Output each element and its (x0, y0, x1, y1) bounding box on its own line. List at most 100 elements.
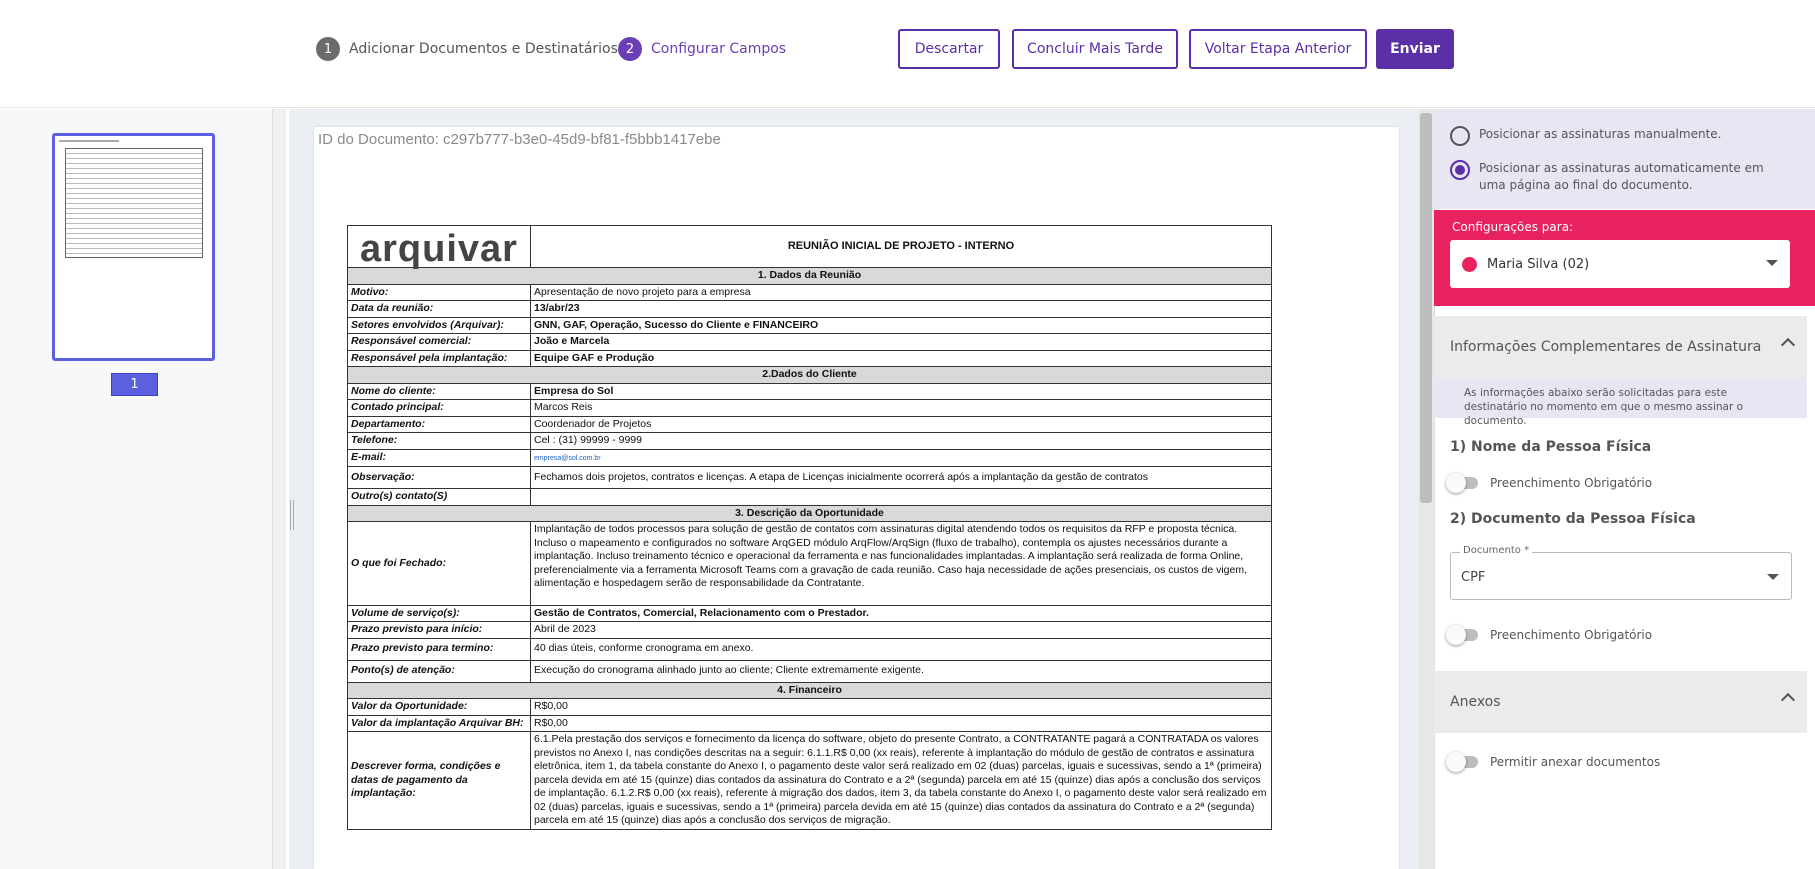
row-label: Responsável comercial: (347, 333, 531, 351)
thumbnail-line (59, 140, 119, 142)
toggle-switch (1446, 625, 1478, 645)
scroll-thumb[interactable] (1420, 113, 1432, 503)
chevron-down-icon (1766, 260, 1778, 266)
row-label: Ponto(s) de atenção: (347, 659, 531, 683)
signature-position-options: Posicionar as assinaturas manualmente. P… (1434, 109, 1815, 209)
row-value: João e Marcela (530, 333, 1272, 351)
row-value: Apresentação de novo projeto para a empr… (530, 283, 1272, 301)
radio-icon (1450, 126, 1470, 146)
finish-later-button[interactable]: Concluir Mais Tarde (1012, 29, 1178, 69)
chevron-down-icon (1767, 574, 1779, 580)
row-value (530, 488, 1272, 506)
recipient-config: Configurações para: Maria Silva (02) (1434, 210, 1815, 306)
row-label: Departamento: (347, 415, 531, 433)
section-heading: 4. Financeiro (347, 681, 1272, 699)
page-number-badge[interactable]: 1 (111, 373, 158, 396)
info-note: As informações abaixo serão solicitadas … (1434, 378, 1807, 427)
accordion-annexes[interactable]: Anexos (1434, 671, 1807, 733)
row-label: Setores envolvidos (Arquivar): (347, 316, 531, 334)
row-label: Motivo: (347, 283, 531, 301)
chevron-up-icon (1780, 692, 1796, 708)
toggle-allow-attachments[interactable]: Permitir anexar documentos (1446, 752, 1661, 772)
radio-checked-icon (1450, 160, 1470, 180)
row-label: Valor da Oportunidade: (347, 698, 531, 716)
radio-manual[interactable]: Posicionar as assinaturas manualmente. (1450, 126, 1721, 146)
section-heading: 2.Dados do Cliente (347, 366, 1272, 384)
email-link[interactable]: empresa@sol.com.br (534, 455, 601, 462)
recipient-select[interactable]: Maria Silva (02) (1450, 240, 1790, 288)
document-type-select[interactable]: Documento * CPF (1450, 545, 1792, 600)
thumbnail-scrollbar[interactable] (272, 109, 286, 869)
row-value: Implantação de todos processos para solu… (530, 521, 1272, 606)
field-value: CPF (1461, 570, 1486, 585)
row-value: Equipe GAF e Produção (530, 349, 1272, 367)
row-label: Prazo previsto para termino: (347, 637, 531, 661)
row-value: 13/abr/23 (530, 300, 1272, 318)
document-title: REUNIÃO INICIAL DE PROJETO - INTERNO (530, 225, 1272, 268)
section-heading: 3. Descrição da Oportunidade (347, 504, 1272, 522)
row-label: Prazo previsto para início: (347, 621, 531, 639)
radio-label: Posicionar as assinaturas manualmente. (1479, 127, 1722, 141)
row-label: Data da reunião: (347, 300, 531, 318)
page-thumbnail[interactable] (52, 133, 215, 361)
step-1[interactable]: 1 Adicionar Documentos e Destinatários (316, 37, 618, 61)
row-label: Contado principal: (347, 399, 531, 417)
row-value: empresa@sol.com.br (530, 448, 1272, 467)
step-number: 2 (618, 37, 642, 61)
row-value: 6.1.Pela prestação dos serviços e fornec… (530, 731, 1272, 830)
recipient-name: Maria Silva (02) (1487, 256, 1590, 272)
row-value: Execução do cronograma alinhado junto ao… (530, 659, 1272, 683)
row-value: GNN, GAF, Operação, Sucesso do Cliente e… (530, 316, 1272, 334)
previous-step-button[interactable]: Voltar Etapa Anterior (1189, 29, 1367, 69)
row-value: R$0,00 (530, 714, 1272, 732)
row-value: Gestão de Contratos, Comercial, Relacion… (530, 604, 1272, 622)
step-label: Configurar Campos (651, 41, 787, 57)
toggle-switch (1446, 473, 1478, 493)
row-value: Fechamos dois projetos, contratos e lice… (530, 466, 1272, 489)
row-value: Empresa do Sol (530, 382, 1272, 400)
row-label: E-mail: (347, 448, 531, 467)
radio-auto[interactable]: Posicionar as assinaturas automaticament… (1450, 160, 1790, 194)
row-value: R$0,00 (530, 698, 1272, 716)
toggle-required-document[interactable]: Preenchimento Obrigatório (1446, 625, 1653, 645)
accordion-title: Anexos (1450, 694, 1501, 710)
resize-handle[interactable] (290, 500, 294, 530)
row-label: Nome do cliente: (347, 382, 531, 400)
row-value: 40 dias úteis, conforme cronograma em an… (530, 637, 1272, 661)
toggle-label: Preenchimento Obrigatório (1490, 476, 1653, 490)
toggle-label: Preenchimento Obrigatório (1490, 628, 1653, 642)
step-2[interactable]: 2 Configurar Campos (618, 37, 786, 61)
toggle-label: Permitir anexar documentos (1490, 755, 1661, 769)
row-label: O que foi Fechado: (347, 521, 531, 606)
recipient-color-dot (1462, 256, 1477, 272)
row-label: Responsável pela implantação: (347, 349, 531, 367)
question-1: 1) Nome da Pessoa Física (1450, 439, 1652, 455)
radio-label: Posicionar as assinaturas automaticament… (1479, 161, 1764, 192)
toggle-required-name[interactable]: Preenchimento Obrigatório (1446, 473, 1653, 493)
document-id: ID do Documento: c297b777-b3e0-45d9-bf81… (318, 131, 721, 148)
row-label: Valor da implantação Arquivar BH: (347, 714, 531, 732)
row-label: Outro(s) contato(S) (347, 488, 531, 506)
field-label: Documento * (1460, 545, 1533, 556)
thumbnail-preview (65, 148, 203, 258)
accordion-signature-info[interactable]: Informações Complementares de Assinatura (1434, 316, 1807, 378)
row-value: Coordenador de Projetos (530, 415, 1272, 433)
row-value: Cel : (31) 99999 - 9999 (530, 432, 1272, 450)
question-2: 2) Documento da Pessoa Física (1450, 511, 1696, 527)
chevron-up-icon (1780, 337, 1796, 353)
step-label: Adicionar Documentos e Destinatários (349, 41, 618, 57)
top-bar: 1 Adicionar Documentos e Destinatários 2C… (0, 0, 1815, 108)
discard-button[interactable]: Descartar (898, 29, 1000, 69)
config-label: Configurações para: (1452, 220, 1574, 234)
accordion-title: Informações Complementares de Assinatura (1450, 339, 1762, 355)
document-table: REUNIÃO INICIAL DE PROJETO - INTERNO 1. … (347, 225, 1272, 830)
row-label: Volume de serviço(s): (347, 604, 531, 622)
viewer-scrollbar[interactable] (1418, 109, 1434, 869)
step-number: 1 (316, 37, 340, 61)
toggle-switch (1446, 752, 1478, 772)
row-value: Abril de 2023 (530, 621, 1272, 639)
row-value: Marcos Reis (530, 399, 1272, 417)
row-label: Descrever forma, condições e datas de pa… (347, 731, 531, 830)
send-button[interactable]: Enviar (1376, 29, 1454, 69)
arquivar-logo: arquivar (360, 228, 518, 270)
